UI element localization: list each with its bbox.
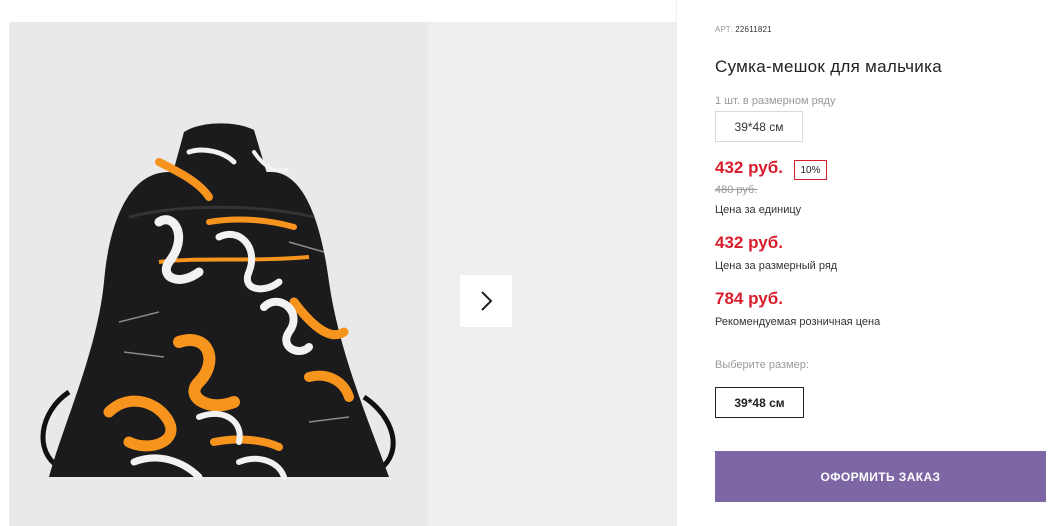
unit-price-caption: Цена за единицу bbox=[715, 204, 802, 216]
chevron-right-icon bbox=[481, 291, 493, 311]
product-image-main[interactable] bbox=[9, 22, 428, 526]
unit-price: 432 руб. bbox=[715, 158, 783, 177]
retail-price-caption: Рекомендуемая розничная цена bbox=[715, 316, 881, 328]
product-gallery bbox=[9, 22, 676, 526]
sku-label: АРТ: bbox=[715, 25, 734, 34]
product-image-next bbox=[428, 22, 676, 526]
old-price: 480 руб. bbox=[715, 184, 758, 196]
in-row-label: 1 шт. в размерном ряду bbox=[715, 95, 836, 107]
product-photo bbox=[40, 123, 396, 481]
order-button[interactable]: ОФОРМИТЬ ЗАКАЗ bbox=[715, 451, 1046, 502]
size-in-row-badge: 39*48 см bbox=[715, 111, 803, 142]
choose-size-label: Выберите размер: bbox=[715, 359, 809, 371]
sku-line: АРТ: 22611821 bbox=[715, 25, 772, 34]
gallery-next-button[interactable] bbox=[460, 275, 512, 327]
product-info-panel: АРТ: 22611821 Сумка-мешок для мальчика 1 … bbox=[715, 0, 1061, 526]
size-option-selected[interactable]: 39*48 см bbox=[715, 387, 804, 418]
sku-value: 22611821 bbox=[735, 25, 772, 34]
retail-price: 784 руб. bbox=[715, 289, 783, 308]
gallery-divider bbox=[676, 0, 677, 526]
discount-badge: 10% bbox=[794, 160, 827, 180]
product-title: Сумка-мешок для мальчика bbox=[715, 57, 942, 76]
product-page: АРТ: 22611821 Сумка-мешок для мальчика 1 … bbox=[0, 0, 1061, 526]
row-price-caption: Цена за размерный ряд bbox=[715, 260, 838, 272]
row-price: 432 руб. bbox=[715, 233, 783, 252]
